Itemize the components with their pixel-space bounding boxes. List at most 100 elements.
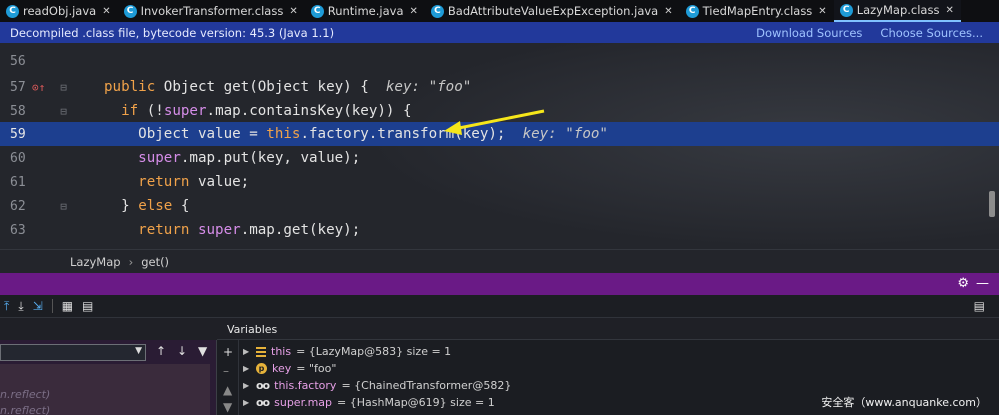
class-icon: C [839,3,853,17]
variable-value: = {LazyMap@583} size = 1 [296,345,452,358]
tab-label: BadAttributeValueExpException.java [447,4,659,18]
line-number: 58 [10,103,26,119]
watch-icon: oo [256,396,270,409]
expand-arrow-icon[interactable]: ▶ [243,347,251,356]
code-editor[interactable]: 56 57 ⊙↑ ⊟ public Object get(Object key)… [0,43,999,249]
gear-icon[interactable]: ⚙ [957,276,969,291]
line-number: 59 [10,126,26,142]
chevron-down-icon: ▼ [135,346,142,356]
code-text: return value; [138,174,250,190]
expand-arrow-icon[interactable]: ▶ [243,364,251,373]
close-icon[interactable]: ✕ [289,6,297,17]
tab-lazymap[interactable]: C LazyMap.class ✕ [833,0,961,22]
close-icon[interactable]: ✕ [818,6,826,17]
step-over-icon[interactable]: ⤒ [4,299,9,314]
close-icon[interactable]: ✕ [945,5,953,16]
tab-readobj[interactable]: C readObj.java ✕ [0,0,118,22]
code-line-57: 57 ⊙↑ ⊟ public Object get(Object key) { … [0,75,999,99]
variables-sidebar: + – ▲ ▼ [217,340,239,415]
variable-row[interactable]: ▶ oo super.map = {HashMap@619} size = 1 [243,394,495,411]
watermark: 安全客（www.anquanke.com） [821,396,987,409]
fold-icon[interactable]: ⊟ [58,200,69,213]
tab-label: TiedMapEntry.class [702,4,813,18]
variable-value: = "foo" [296,362,337,375]
frames-panel: ▼ ↑ ↓ ▼ n.reflect) n.reflect) [0,318,217,415]
remove-watch-icon[interactable]: – [223,364,229,378]
expand-arrow-icon[interactable]: ▶ [243,381,251,390]
filter-icon[interactable]: ▼ [198,344,207,358]
force-step-into-icon[interactable]: ⇲ [33,299,43,313]
override-marker-icon[interactable]: ⊙↑ [32,81,45,94]
variable-row[interactable]: ▶ p key = "foo" [243,360,336,377]
tab-variables[interactable]: Variables [217,318,999,340]
arrow-down-icon[interactable]: ↓ [177,344,187,358]
minimize-icon[interactable]: — [976,276,989,291]
class-icon: C [310,4,324,18]
parameter-icon: p [256,363,267,374]
banner-text: Decompiled .class file, bytecode version… [10,25,335,40]
line-number: 61 [10,174,26,190]
fold-icon[interactable]: ⊟ [58,105,69,118]
tab-invokertransformer[interactable]: C InvokerTransformer.class ✕ [118,0,305,22]
line-number: 63 [10,222,26,238]
tab-label: LazyMap.class [856,3,940,17]
chevron-right-icon: › [128,254,134,269]
code-text: if (!super.map.containsKey(key)) { [121,103,412,119]
tab-runtime[interactable]: C Runtime.java ✕ [305,0,425,22]
arrow-up-icon[interactable]: ↑ [156,344,166,358]
breadcrumb: LazyMap › get() [0,249,999,273]
class-icon: C [685,4,699,18]
code-text: return super.map.get(key); [138,222,361,238]
class-icon: C [6,4,19,18]
tab-label: InvokerTransformer.class [140,4,284,18]
line-number: 60 [10,150,26,166]
decompiled-banner: Decompiled .class file, bytecode version… [0,22,999,43]
frame-row[interactable]: n.reflect) [0,404,50,415]
tab-tiedmapentry[interactable]: C TiedMapEntry.class ✕ [680,0,834,22]
tab-badattribute[interactable]: C BadAttributeValueExpException.java ✕ [425,0,680,22]
arrow-down-icon[interactable]: ▼ [223,400,232,414]
code-text: super.map.put(key, value); [138,150,361,166]
code-line-60: 60 super.map.put(key, value); [0,146,999,170]
debug-toolbar: ⤒ ⤓ ⇲ ▦ ▤ ▤ [0,295,999,318]
table-icon[interactable]: ▦ [62,299,73,313]
line-number: 56 [10,53,26,69]
frame-row[interactable]: n.reflect) [0,388,50,401]
variable-name: this [271,345,292,358]
expand-arrow-icon[interactable]: ▶ [243,398,251,407]
fold-icon[interactable]: ⊟ [58,81,69,94]
layout-icon[interactable]: ▤ [974,299,985,313]
frames-header [0,318,217,340]
download-sources-link[interactable]: Download Sources [756,26,862,40]
line-number: 62 [10,198,26,214]
variable-value: = {ChainedTransformer@582} [341,379,512,392]
arrow-up-icon[interactable]: ▲ [223,383,232,397]
variable-row[interactable]: ▶ oo this.factory = {ChainedTransformer@… [243,377,511,394]
code-line-61: 61 return value; [0,170,999,194]
code-text: } else { [121,198,190,214]
close-icon[interactable]: ✕ [664,6,672,17]
add-watch-icon[interactable]: + [223,345,233,359]
tab-label: readObj.java [23,4,97,18]
watch-icon: oo [256,379,270,392]
inline-value-hint: key: "foo" [385,79,472,95]
code-line-56: 56 [0,49,999,73]
breadcrumb-method[interactable]: get() [141,255,169,269]
choose-sources-link[interactable]: Choose Sources... [880,26,983,40]
editor-scrollbar[interactable] [989,191,995,217]
close-icon[interactable]: ✕ [410,6,418,17]
evaluate-icon[interactable]: ▤ [82,299,93,313]
breadcrumb-class[interactable]: LazyMap [70,255,121,269]
variable-row[interactable]: ▶ this = {LazyMap@583} size = 1 [243,343,451,360]
class-icon: C [430,4,444,18]
tab-label: Variables [227,323,278,336]
field-icon [256,346,266,357]
thread-selector[interactable]: ▼ [0,344,146,361]
variable-name: key [272,362,292,375]
debug-panel-header: ⚙ — [0,273,999,295]
step-into-icon[interactable]: ⤓ [18,299,23,314]
annotation-arrow-icon [444,109,545,135]
editor-tabbar: C readObj.java ✕ C InvokerTransformer.cl… [0,0,999,22]
variable-name: super.map [274,396,333,409]
close-icon[interactable]: ✕ [102,6,110,17]
